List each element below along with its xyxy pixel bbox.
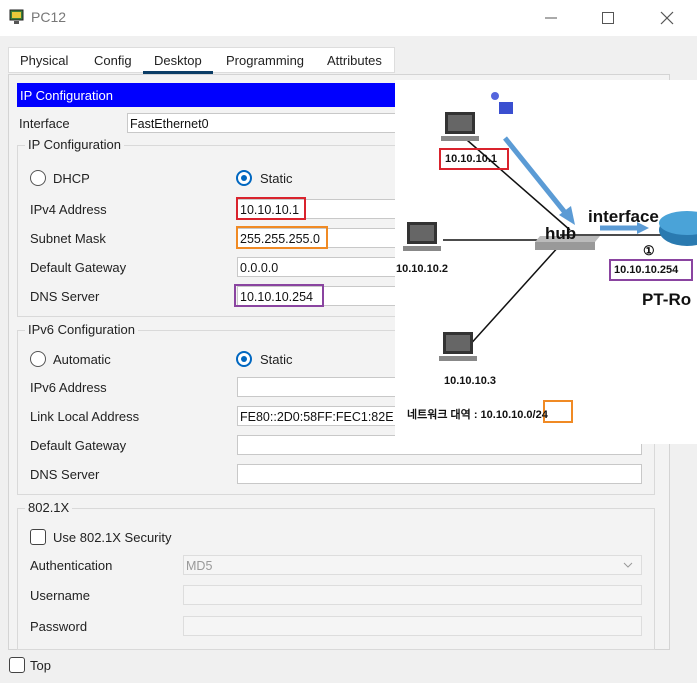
- title-bar: PC12: [0, 0, 697, 36]
- dns-server-input[interactable]: 10.10.10.254: [237, 286, 397, 306]
- username-label: Username: [30, 588, 90, 603]
- use-dot1x-checkbox[interactable]: [30, 529, 46, 545]
- interface-label: Interface: [19, 116, 70, 131]
- username-input[interactable]: [183, 585, 642, 605]
- network-range-label: 네트워크 대역 : 10.10.10.0/24: [407, 409, 548, 421]
- static-label: Static: [260, 171, 293, 186]
- use-dot1x-label: Use 802.1X Security: [53, 530, 172, 545]
- authentication-select[interactable]: MD5: [183, 555, 642, 575]
- minimize-icon: [545, 17, 557, 19]
- top-label: Top: [30, 658, 51, 673]
- dot1x-group-title: 802.1X: [25, 500, 73, 515]
- tab-desktop[interactable]: Desktop: [143, 53, 213, 74]
- link-local-label: Link Local Address: [30, 409, 140, 424]
- password-label: Password: [30, 619, 88, 634]
- authentication-value: MD5: [186, 559, 213, 573]
- close-button[interactable]: [644, 0, 690, 36]
- automatic-radio[interactable]: [30, 351, 46, 367]
- tab-physical[interactable]: Physical: [20, 53, 68, 68]
- pc3-ip-label: 10.10.10.3: [444, 375, 496, 387]
- default-gateway-label: Default Gateway: [30, 260, 127, 275]
- tab-attributes[interactable]: Attributes: [327, 53, 382, 68]
- interface-select[interactable]: FastEthernet0: [127, 113, 397, 133]
- pc1-ip-label: 10.10.10.1: [445, 153, 497, 165]
- dns6-server-label: DNS Server: [30, 467, 100, 482]
- router-ip-label: 10.10.10.254: [614, 264, 679, 276]
- minimize-button[interactable]: [528, 0, 574, 36]
- subnet-mask-label: Subnet Mask: [30, 231, 106, 246]
- tab-programming[interactable]: Programming: [226, 53, 304, 68]
- tab-bar: Physical Config Desktop Programming Attr…: [8, 47, 395, 74]
- link-local-input[interactable]: FE80::2D0:58FF:FEC1:82E: [237, 406, 397, 426]
- authentication-label: Authentication: [30, 558, 113, 573]
- pc-app-icon: [8, 8, 26, 26]
- default-gateway-input[interactable]: 0.0.0.0: [237, 257, 397, 277]
- ipv4-label: IPv4 Address: [30, 202, 107, 217]
- window-title: PC12: [31, 9, 67, 25]
- static-radio[interactable]: [236, 170, 252, 186]
- dns-server-label: DNS Server: [30, 289, 100, 304]
- network-diagram: 10.10.10.1 10.10.10.2 10.10.10.3 hub int…: [395, 80, 697, 444]
- default-gateway6-label: Default Gateway: [30, 438, 127, 453]
- dhcp-radio[interactable]: [30, 170, 46, 186]
- circle-number-label: ①: [643, 243, 655, 258]
- top-checkbox[interactable]: [9, 657, 25, 673]
- ipv6-address-input[interactable]: [237, 377, 397, 397]
- static6-radio[interactable]: [236, 351, 252, 367]
- tab-config[interactable]: Config: [94, 53, 132, 68]
- network-diagram-drawing: [403, 92, 697, 423]
- router-name-label: PT-Ro: [642, 290, 692, 309]
- close-icon: [660, 11, 674, 25]
- static6-label: Static: [260, 352, 293, 367]
- ip-configuration-header: IP Configuration: [17, 83, 397, 107]
- dns6-server-input[interactable]: [237, 464, 642, 484]
- ipv4-group-title: IP Configuration: [25, 137, 124, 152]
- ipv6-address-label: IPv6 Address: [30, 380, 107, 395]
- hub-label: hub: [545, 224, 577, 243]
- interface-label-diagram: interface: [588, 207, 659, 226]
- subnet-mask-input[interactable]: 255.255.255.0: [237, 228, 397, 248]
- maximize-icon: [602, 12, 614, 24]
- password-input[interactable]: [183, 616, 642, 636]
- ipv4-address-input[interactable]: 10.10.10.1: [237, 199, 397, 219]
- pc2-ip-label: 10.10.10.2: [396, 263, 448, 275]
- ipv6-group-title: IPv6 Configuration: [25, 322, 138, 337]
- dhcp-label: DHCP: [53, 171, 90, 186]
- automatic-label: Automatic: [53, 352, 111, 367]
- maximize-button[interactable]: [585, 0, 631, 36]
- chevron-down-icon: [623, 562, 633, 568]
